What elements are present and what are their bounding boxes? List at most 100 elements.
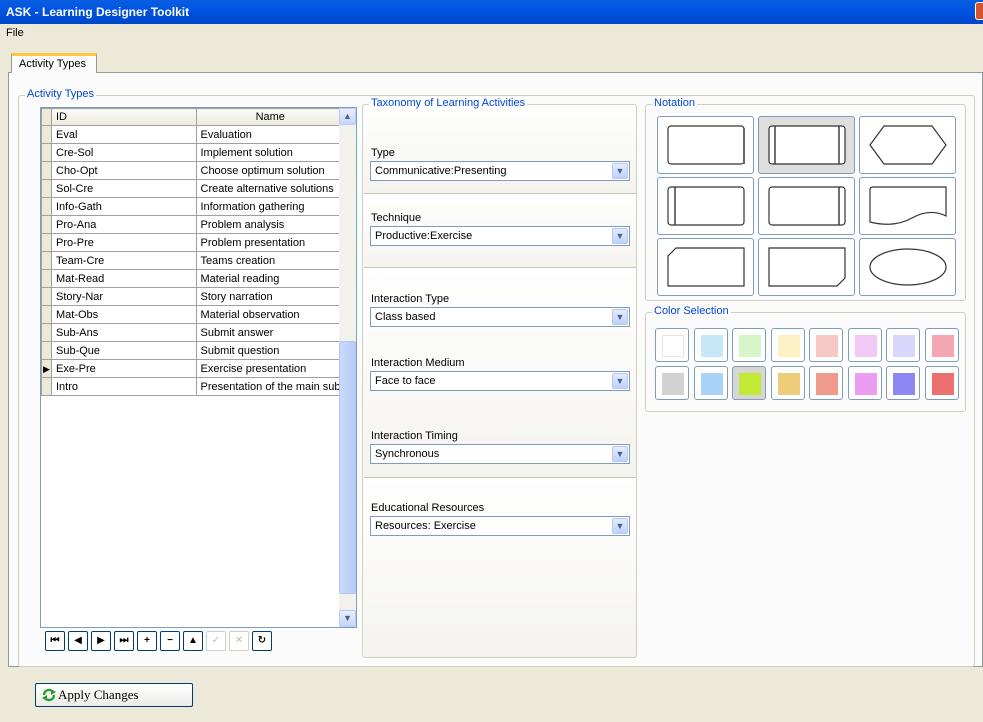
edit-record-button[interactable]: ▲: [183, 631, 203, 651]
color-swatch[interactable]: [924, 366, 959, 400]
educational-resources-select[interactable]: Resources: Exercise ▼: [370, 516, 630, 536]
cell-name[interactable]: Problem analysis: [195, 215, 341, 234]
refresh-button[interactable]: ↻: [252, 631, 272, 651]
color-swatch[interactable]: [847, 328, 882, 362]
notation-shape-left-bar-rectangle[interactable]: [657, 177, 754, 235]
cell-name[interactable]: Presentation of the main subject: [195, 377, 341, 396]
row-indicator[interactable]: [41, 251, 52, 270]
interaction-timing-select[interactable]: Synchronous ▼: [370, 444, 630, 464]
cell-name[interactable]: Implement solution: [195, 143, 341, 162]
row-indicator[interactable]: ▶: [41, 359, 52, 378]
color-swatch[interactable]: [732, 328, 766, 362]
row-indicator[interactable]: [41, 215, 52, 234]
row-indicator[interactable]: [41, 287, 52, 306]
cell-id[interactable]: Eval: [51, 125, 197, 144]
scroll-thumb[interactable]: [339, 341, 356, 594]
row-indicator[interactable]: [41, 323, 52, 342]
table-row[interactable]: Cho-Opt Choose optimum solution: [41, 161, 341, 180]
color-swatch[interactable]: [809, 328, 843, 362]
row-indicator[interactable]: [41, 377, 52, 396]
color-swatch[interactable]: [693, 328, 728, 362]
interaction-type-select[interactable]: Class based ▼: [370, 307, 630, 327]
color-swatch[interactable]: [655, 328, 689, 362]
color-swatch[interactable]: [770, 328, 805, 362]
tab-activity-types[interactable]: Activity Types: [11, 53, 97, 73]
cell-name[interactable]: Story narration: [195, 287, 341, 306]
color-swatch[interactable]: [809, 366, 843, 400]
cell-name[interactable]: Material observation: [195, 305, 341, 324]
row-indicator[interactable]: [41, 269, 52, 288]
activity-grid[interactable]: ID Name Eval Evaluation Cre-Sol Implement s…: [40, 107, 357, 628]
cell-id[interactable]: Intro: [51, 377, 197, 396]
notation-shape-hexagon[interactable]: [859, 116, 956, 174]
table-row[interactable]: IntroPresentation of the main subject: [41, 377, 341, 396]
table-row[interactable]: Cre-Sol Implement solution: [41, 143, 341, 162]
row-indicator[interactable]: [41, 161, 52, 180]
row-indicator[interactable]: [41, 125, 52, 144]
notation-shape-rectangle[interactable]: [657, 116, 754, 174]
cell-id[interactable]: Sub-Ans: [51, 323, 197, 342]
notation-shape-document-wave[interactable]: [859, 177, 956, 235]
cell-id[interactable]: Sub-Que: [51, 341, 197, 360]
table-row[interactable]: Mat-Read Material reading: [41, 269, 341, 288]
cell-id[interactable]: Mat-Read: [51, 269, 197, 288]
color-swatch[interactable]: [847, 366, 882, 400]
table-row[interactable]: Sub-Que Submit question: [41, 341, 341, 360]
chevron-down-icon[interactable]: ▼: [612, 163, 628, 179]
chevron-down-icon[interactable]: ▼: [612, 373, 628, 389]
table-row[interactable]: ▶ Exe-Pre Exercise presentation: [41, 359, 341, 378]
insert-record-button[interactable]: +: [137, 631, 157, 651]
color-swatch[interactable]: [770, 366, 805, 400]
notation-shape-cut-corner-rectangle-alt[interactable]: [758, 238, 855, 296]
type-select[interactable]: Communicative:Presenting ▼: [370, 161, 630, 181]
post-record-button[interactable]: ✓: [206, 631, 226, 651]
cell-name[interactable]: Evaluation: [195, 125, 341, 144]
cell-name[interactable]: Choose optimum solution: [195, 161, 341, 180]
notation-shape-cut-corner-rectangle[interactable]: [657, 238, 754, 296]
chevron-down-icon[interactable]: ▼: [612, 228, 628, 244]
table-row[interactable]: Pro-Ana Problem analysis: [41, 215, 341, 234]
row-indicator[interactable]: [41, 143, 52, 162]
chevron-down-icon[interactable]: ▼: [612, 518, 628, 534]
grid-scrollbar[interactable]: ▲ ▼: [339, 108, 356, 627]
next-record-button[interactable]: ▶: [91, 631, 111, 651]
chevron-down-icon[interactable]: ▼: [612, 446, 628, 462]
table-row[interactable]: Pro-Pre Problem presentation: [41, 233, 341, 252]
cell-id[interactable]: Exe-Pre: [51, 359, 197, 378]
cell-id[interactable]: Mat-Obs: [51, 305, 197, 324]
table-row[interactable]: Story-Nar Story narration: [41, 287, 341, 306]
cell-name[interactable]: Submit answer: [195, 323, 341, 342]
technique-select[interactable]: Productive:Exercise ▼: [370, 226, 630, 246]
cell-name[interactable]: Submit question: [195, 341, 341, 360]
row-indicator[interactable]: [41, 179, 52, 198]
cell-id[interactable]: Cho-Opt: [51, 161, 197, 180]
cell-id[interactable]: Info-Gath: [51, 197, 197, 216]
column-header-name[interactable]: Name: [195, 108, 341, 126]
interaction-medium-select[interactable]: Face to face ▼: [370, 371, 630, 391]
cell-name[interactable]: Material reading: [195, 269, 341, 288]
cell-id[interactable]: Team-Cre: [51, 251, 197, 270]
row-indicator[interactable]: [41, 197, 52, 216]
close-icon[interactable]: [975, 2, 983, 20]
color-swatch[interactable]: [886, 366, 920, 400]
notation-shape-right-bar-rectangle[interactable]: [758, 177, 855, 235]
delete-record-button[interactable]: −: [160, 631, 180, 651]
table-row[interactable]: Sol-Cre Create alternative solutions: [41, 179, 341, 198]
color-swatch[interactable]: [655, 366, 689, 400]
scroll-up-icon[interactable]: ▲: [339, 108, 356, 125]
notation-shape-double-bordered-rectangle[interactable]: [758, 116, 855, 174]
apply-changes-button[interactable]: Apply Changes: [35, 683, 193, 707]
column-header-id[interactable]: ID: [51, 108, 197, 126]
cell-name[interactable]: Information gathering: [195, 197, 341, 216]
cell-name[interactable]: Teams creation: [195, 251, 341, 270]
first-record-button[interactable]: ⏮: [45, 631, 65, 651]
color-swatch[interactable]: [693, 366, 728, 400]
cell-name[interactable]: Problem presentation: [195, 233, 341, 252]
last-record-button[interactable]: ⏭: [114, 631, 134, 651]
cell-id[interactable]: Cre-Sol: [51, 143, 197, 162]
prev-record-button[interactable]: ◀: [68, 631, 88, 651]
table-row[interactable]: Mat-Obs Material observation: [41, 305, 341, 324]
color-swatch[interactable]: [732, 366, 766, 400]
row-indicator[interactable]: [41, 341, 52, 360]
menu-file[interactable]: File: [6, 27, 24, 39]
